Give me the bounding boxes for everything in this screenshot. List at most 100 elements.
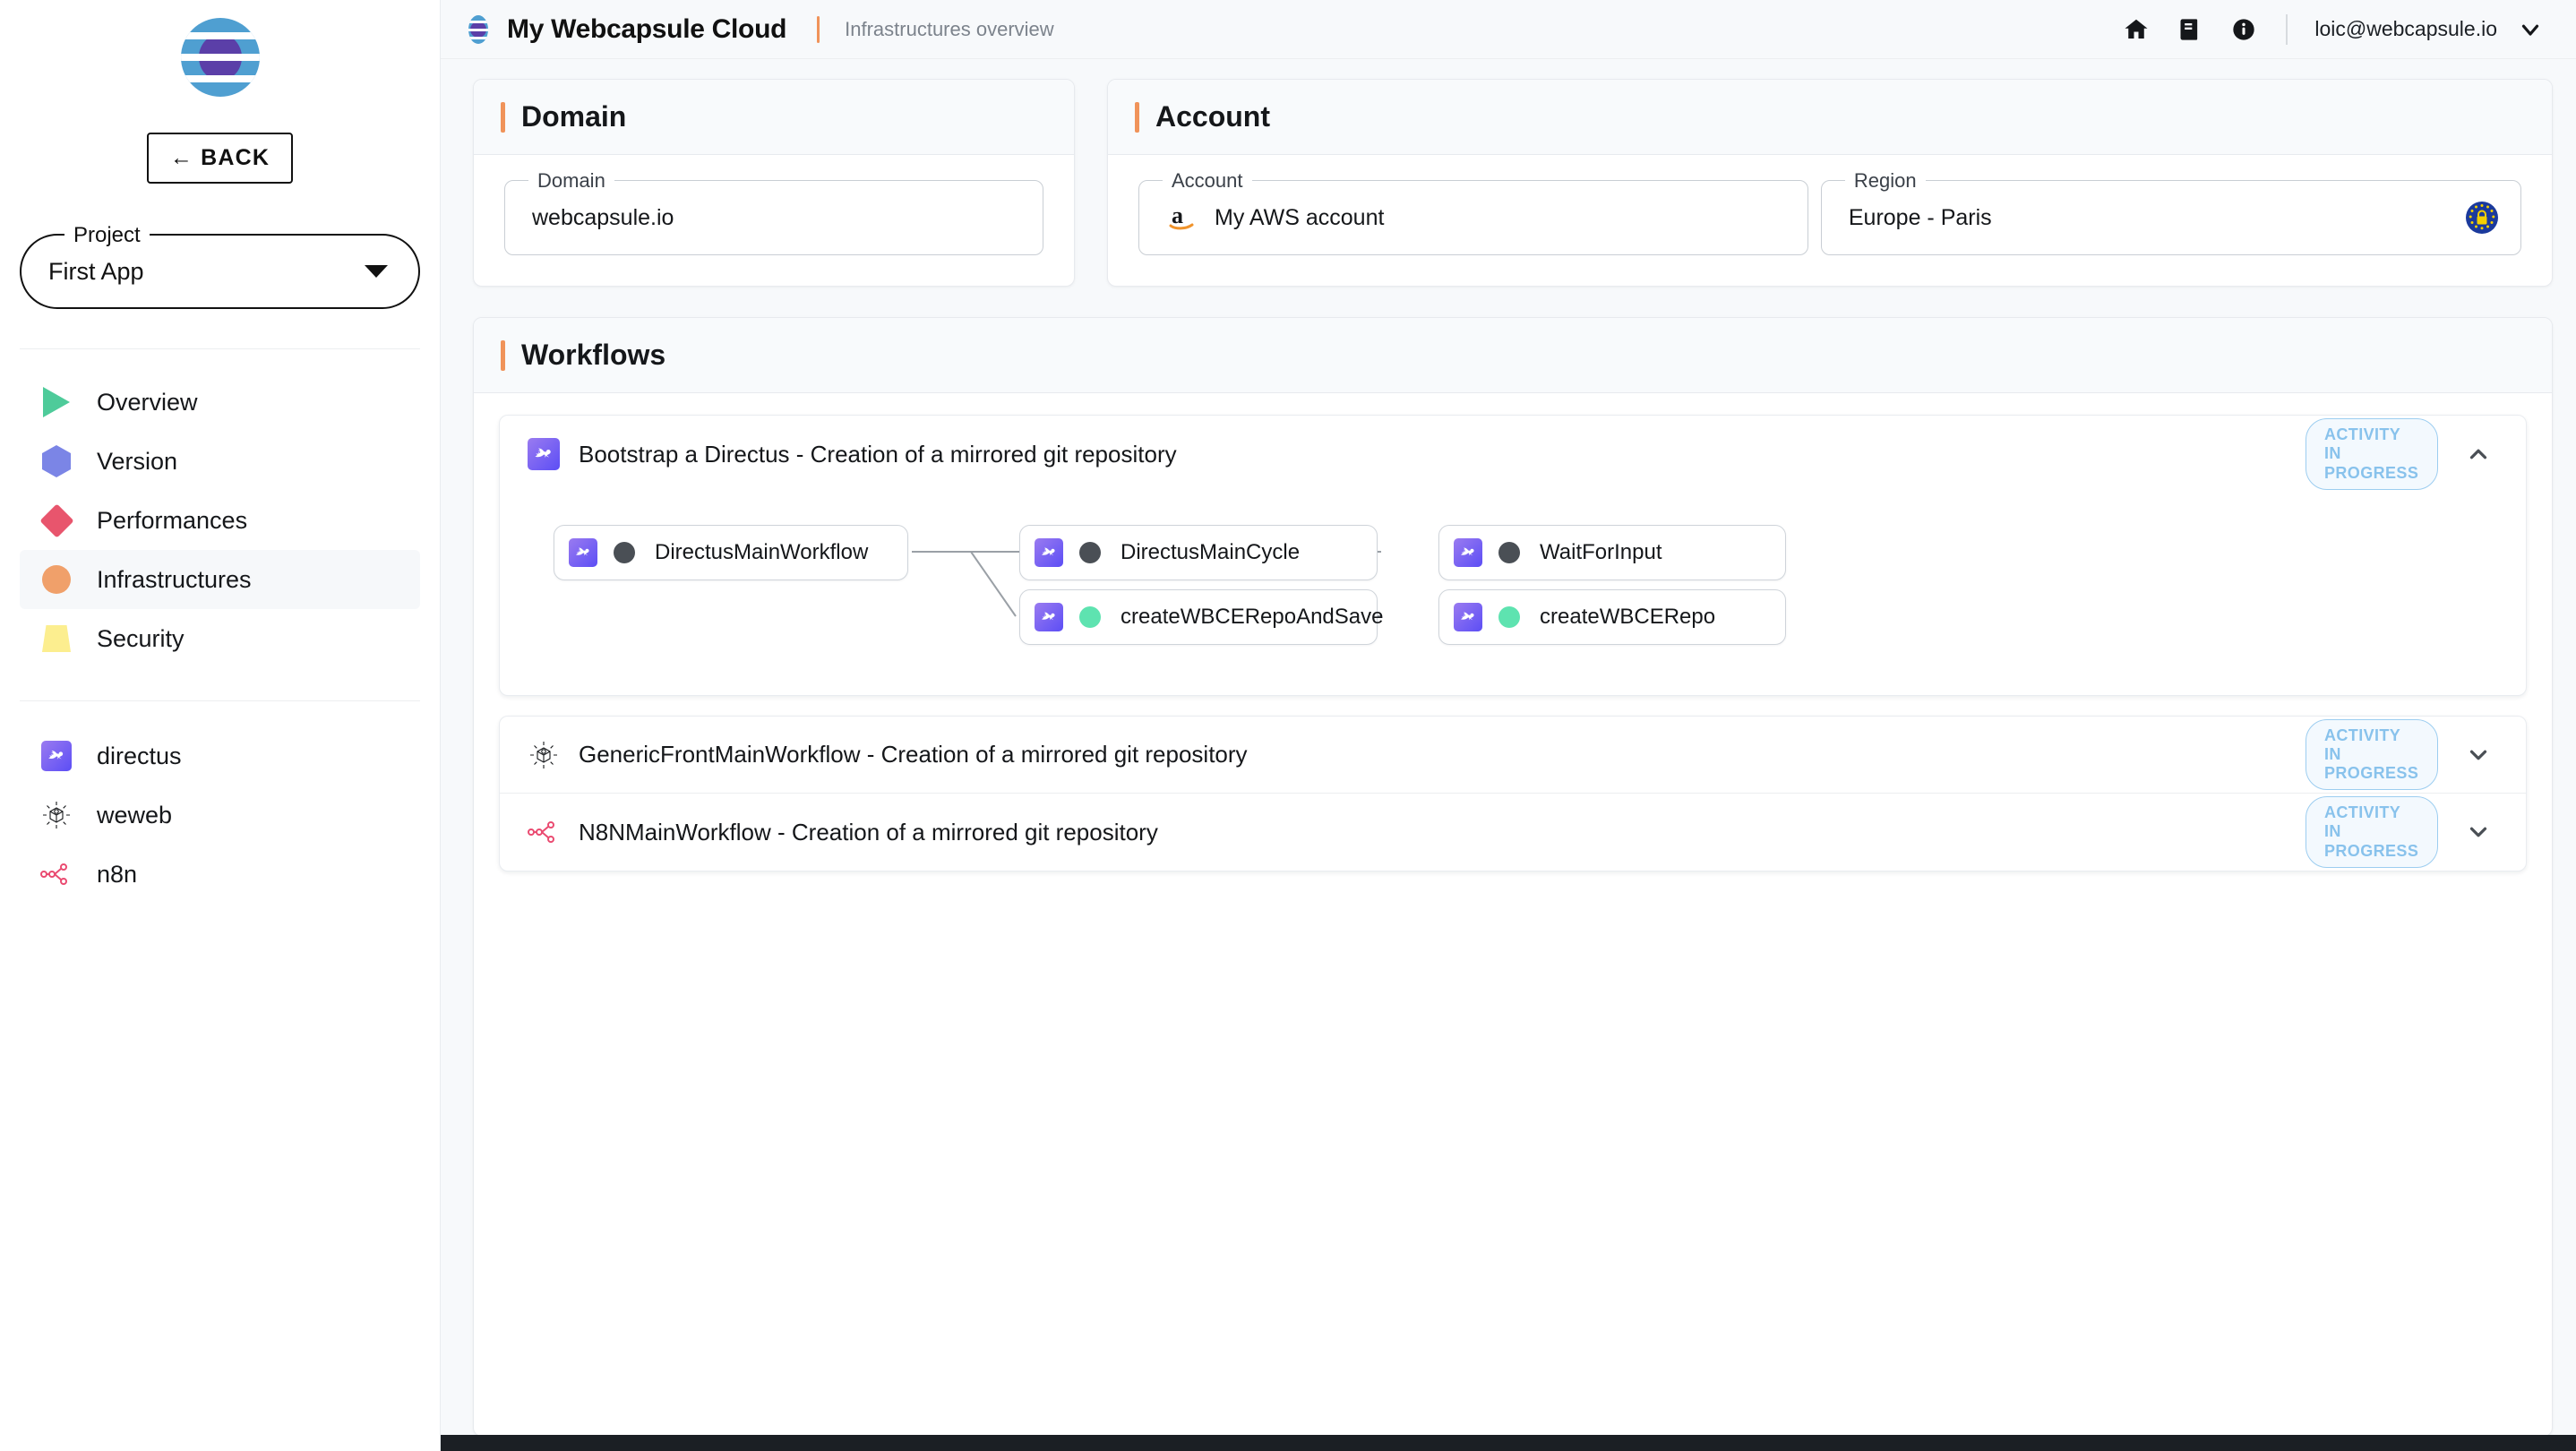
region-field[interactable]: Region Europe - Paris [1820,169,2521,255]
directus-icon [39,739,73,773]
sidebar-item-label: Infrastructures [97,565,252,593]
sidebar-item-label: Performances [97,506,248,534]
workflow-header-row[interactable]: N8NMainWorkflow - Creation of a mirrored… [500,794,2526,871]
app-root: ← BACK Project First App Overview Versio… [0,0,2576,1451]
workflow-header-row[interactable]: GenericFrontMainWorkflow - Creation of a… [500,717,2526,794]
account-field-value: My AWS account [1215,204,1385,230]
chevron-down-icon[interactable] [2517,16,2544,43]
webcapsule-logo-icon [174,11,267,104]
region-field-legend: Region [1844,169,1926,193]
workflow-node[interactable]: createWBCERepoAndSave [1019,589,1383,645]
project-select-legend: Project [64,223,150,248]
workflow-connectors [912,551,1381,617]
page-title: My Webcapsule Cloud [507,13,787,44]
account-panel-header: Account [1108,80,2552,155]
workflow-node-label: DirectusMainCycle [1121,540,1301,564]
svg-text:a: a [1172,202,1183,228]
sidebar-services-divider [20,700,420,701]
status-badge: ACTIVITY IN PROGRESS [2306,718,2438,791]
workflow-node[interactable]: DirectusMainCycle [1019,525,1378,580]
domain-panel-title: Domain [521,100,627,133]
trapezoid-icon [39,622,73,656]
sidebar-nav: Overview Version Performances Infrastruc… [0,373,440,668]
node-status-dot [1498,542,1520,563]
user-email[interactable]: loic@webcapsule.io [2314,17,2497,41]
accent-bar [1135,101,1139,133]
home-icon[interactable] [2121,14,2151,45]
sidebar-services: directus weweb n8n [0,726,440,904]
sidebar-logo-wrap [0,0,440,104]
book-icon[interactable] [2175,14,2205,45]
status-badge: ACTIVITY IN PROGRESS [2306,796,2438,868]
back-button[interactable]: ← BACK [146,133,294,184]
workflow-node[interactable]: DirectusMainWorkflow [554,525,908,580]
circle-icon [39,562,73,597]
sidebar-service-label: weweb [97,801,173,829]
accent-bar [501,339,505,371]
hexagon-icon [39,444,73,478]
account-field-legend: Account [1163,169,1252,193]
sidebar-service-weweb[interactable]: weweb [20,786,420,845]
topbar-icon-group [2121,14,2259,45]
sidebar-service-directus[interactable]: directus [20,726,420,786]
bottom-bar [441,1435,2576,1451]
topbar-logo-icon [462,13,494,46]
project-select[interactable]: Project First App [20,223,420,309]
weweb-icon [39,798,73,832]
sidebar-item-performances[interactable]: Performances [20,491,420,550]
workflow-node-label: createWBCERepoAndSave [1121,605,1384,629]
account-fields-row: Account a My AWS account Region Europe -… [1138,169,2521,255]
sidebar-service-n8n[interactable]: n8n [20,845,420,904]
topbar-divider [817,15,820,43]
main-area: My Webcapsule Cloud Infrastructures over… [441,0,2576,1451]
domain-field-legend: Domain [528,169,614,193]
sidebar-item-label: Overview [97,388,198,416]
domain-field-value: webcapsule.io [532,204,674,230]
sidebar-item-overview[interactable]: Overview [20,373,420,432]
directus-icon [1454,603,1482,631]
node-status-dot [1498,606,1520,628]
domain-panel-header: Domain [474,80,1074,155]
sidebar-service-label: n8n [97,860,138,888]
node-status-dot [1079,606,1101,628]
account-panel-title: Account [1155,100,1270,133]
workflow-node[interactable]: WaitForInput [1438,525,1786,580]
account-panel-body: Account a My AWS account Region Europe -… [1108,155,2552,286]
project-select-value: First App [48,257,144,285]
workflow-node[interactable]: createWBCERepo [1438,589,1786,645]
content-area: Domain Domain webcapsule.io Account Acco… [441,59,2576,1435]
sidebar-item-security[interactable]: Security [20,609,420,668]
summary-cards-row: Domain Domain webcapsule.io Account Acco… [473,79,2553,287]
workflows-panel: Workflows Bootstrap a Directus - Creatio… [473,317,2553,1435]
chevron-up-icon[interactable] [2463,439,2494,469]
sidebar-item-version[interactable]: Version [20,432,420,491]
chevron-down-icon[interactable] [2463,817,2494,847]
node-status-dot [614,542,635,563]
workflow-node-label: createWBCERepo [1540,605,1716,629]
workflows-panel-title: Workflows [521,339,666,371]
chevron-down-icon[interactable] [365,265,388,278]
directus-icon [1035,603,1063,631]
directus-icon [1454,538,1482,567]
chevron-down-icon[interactable] [2463,740,2494,770]
region-field-value: Europe - Paris [1848,204,1992,230]
account-panel: Account Account a My AWS account Region … [1107,79,2553,287]
sidebar-service-label: directus [97,742,182,769]
workflow-card: GenericFrontMainWorkflow - Creation of a… [499,716,2527,871]
workflow-title: Bootstrap a Directus - Creation of a mir… [579,440,1177,468]
sidebar-item-label: Security [97,624,185,652]
sidebar-item-label: Version [97,447,178,475]
domain-field[interactable]: Domain webcapsule.io [504,169,1043,255]
status-badge: ACTIVITY IN PROGRESS [2306,418,2438,490]
sidebar-item-infrastructures[interactable]: Infrastructures [20,550,420,609]
directus-icon [527,437,561,471]
directus-icon [1035,538,1063,567]
workflow-header-row[interactable]: Bootstrap a Directus - Creation of a mir… [500,416,2526,493]
diamond-icon [39,502,74,538]
n8n-icon [39,857,73,891]
account-field[interactable]: Account a My AWS account [1138,169,1808,255]
info-icon[interactable] [2228,14,2259,45]
workflow-card: Bootstrap a Directus - Creation of a mir… [499,415,2527,696]
sidebar-divider [20,348,420,349]
eu-gdpr-icon [2465,201,2499,235]
